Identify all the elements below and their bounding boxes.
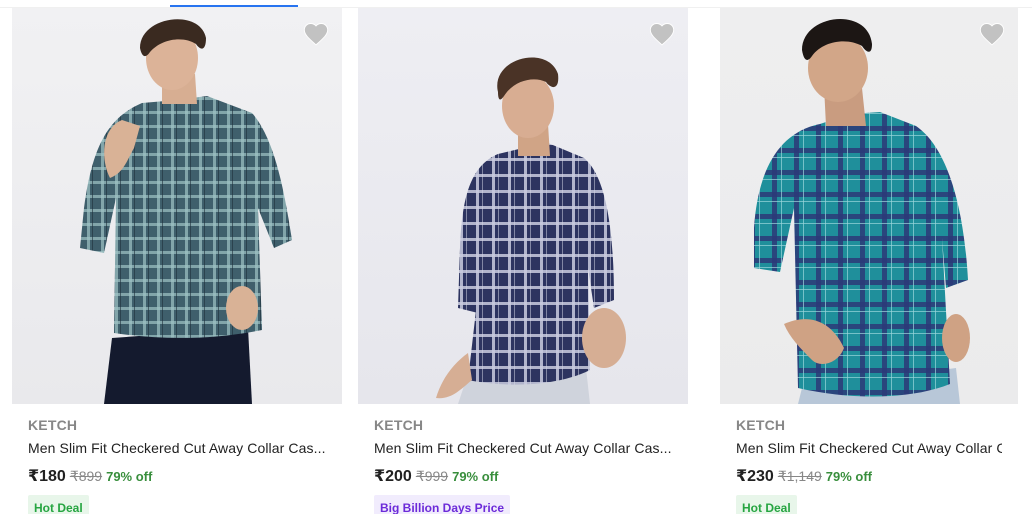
price-row: ₹230 ₹1,149 79% off [736, 466, 1002, 486]
wishlist-button[interactable] [302, 20, 330, 48]
heart-icon [303, 23, 329, 46]
product-brand: KETCH [374, 417, 424, 433]
product-title[interactable]: Men Slim Fit Checkered Cut Away Collar C… [374, 439, 672, 457]
product-card[interactable]: KETCH Men Slim Fit Checkered Cut Away Co… [720, 8, 1018, 514]
deal-badge: Big Billion Days Price [374, 495, 511, 514]
product-card[interactable]: KETCH Men Slim Fit Checkered Cut Away Co… [12, 8, 342, 514]
model-shirt-image [754, 19, 970, 404]
wishlist-button[interactable] [978, 20, 1006, 48]
wishlist-button[interactable] [648, 20, 676, 48]
model-shirt-image [436, 57, 626, 404]
product-brand: KETCH [736, 417, 786, 433]
product-discount: 79% off [106, 469, 153, 484]
product-mrp: ₹1,149 [777, 468, 822, 484]
deal-badge: Hot Deal [28, 495, 89, 514]
product-image[interactable] [358, 8, 688, 404]
product-price: ₹200 [374, 468, 412, 485]
product-price: ₹230 [736, 468, 774, 485]
product-card[interactable]: KETCH Men Slim Fit Checkered Cut Away Co… [358, 8, 688, 514]
product-price: ₹180 [28, 468, 66, 485]
price-row: ₹180 ₹899 79% off [28, 466, 326, 486]
product-image[interactable] [12, 8, 342, 404]
heart-icon [979, 23, 1005, 46]
product-image[interactable] [720, 8, 1018, 404]
model-shirt-image [80, 19, 292, 404]
deal-badge: Hot Deal [736, 495, 797, 514]
product-mrp: ₹999 [415, 468, 449, 484]
product-discount: 79% off [452, 469, 499, 484]
heart-icon [649, 23, 675, 46]
product-title[interactable]: Men Slim Fit Checkered Cut Away Collar C… [28, 439, 326, 457]
product-mrp: ₹899 [69, 468, 103, 484]
product-title[interactable]: Men Slim Fit Checkered Cut Away Collar C… [736, 439, 1002, 457]
product-brand: KETCH [28, 417, 78, 433]
price-row: ₹200 ₹999 79% off [374, 466, 672, 486]
product-discount: 79% off [825, 469, 873, 484]
